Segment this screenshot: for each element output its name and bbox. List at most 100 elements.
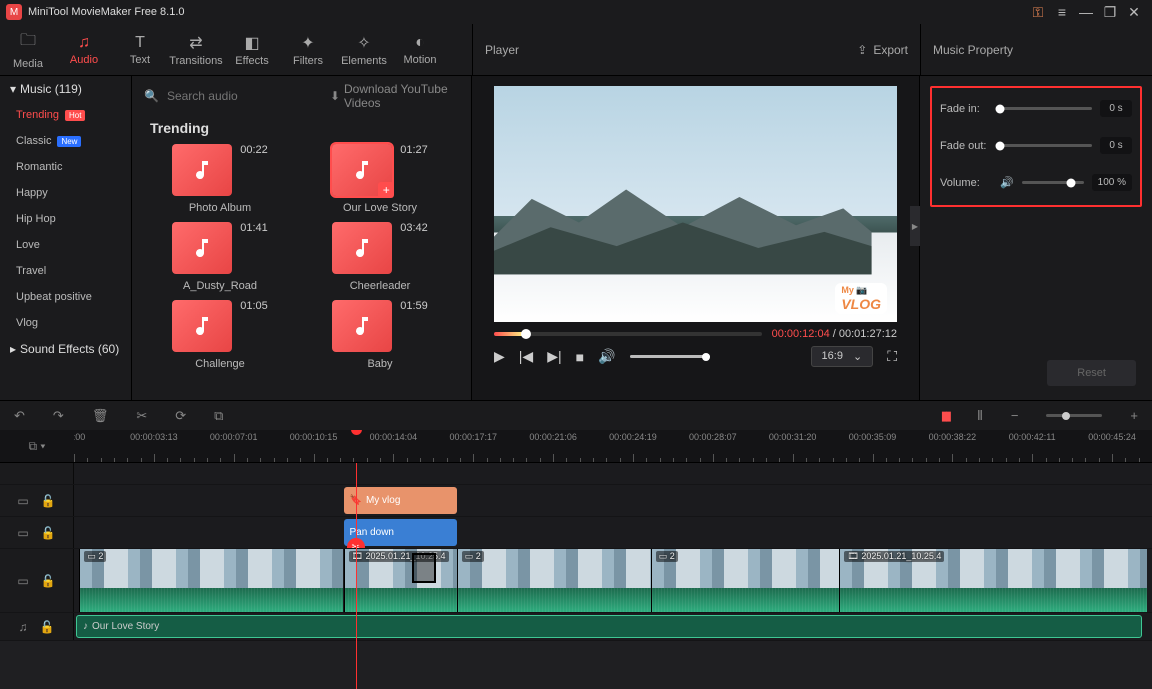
download-youtube-link[interactable]: ⬇Download YouTube Videos [330,82,459,110]
text-clip[interactable]: 🔖My vlog [344,487,457,514]
video-preview[interactable]: My 📷VLOG [494,86,897,322]
split-button[interactable]: ✂ [136,408,147,424]
delete-button[interactable]: 🗑 [92,408,109,424]
add-icon[interactable]: + [378,182,394,198]
lock-icon[interactable]: 🔓 [41,574,56,588]
tracks-area: ▭🔓 🔖My vlog ▭🔓 Pan down ✂ ▭🔓 ▭ 2 🎞 2025.… [0,463,1152,689]
video-clip-3[interactable]: ▭ 2 [457,549,651,612]
zoom-in-button[interactable]: + [1130,408,1138,423]
app-title: MiniTool MovieMaker Free 8.1.0 [28,6,1026,18]
filters-tab[interactable]: ✦Filters [280,24,336,75]
audio-meter-icon[interactable]: ⦀ [977,408,983,424]
zoom-slider[interactable] [1046,414,1102,417]
collapse-handle[interactable]: ▶ [910,206,920,246]
volume-slider[interactable] [1022,181,1084,184]
cat-classic[interactable]: ClassicNew [0,128,131,154]
prev-frame-button[interactable]: |◀ [519,348,533,365]
cat-trending[interactable]: TrendingHot [0,102,131,128]
video-clip-1[interactable]: ▭ 2 [79,549,343,612]
time-display: 00:00:12:04 / 00:01:27:12 [772,328,897,340]
cat-romantic[interactable]: Romantic [0,154,131,180]
selection-box[interactable] [412,553,436,583]
playhead-line[interactable] [356,463,357,689]
redo-button[interactable]: ↷ [53,408,64,424]
seek-bar[interactable] [494,332,762,336]
player-header: Player ⇪Export [472,24,920,75]
new-badge: New [57,136,81,147]
export-icon: ⇪ [857,43,867,57]
volume-value[interactable]: 100 % [1092,174,1132,191]
video-clip-5[interactable]: 🎞 2025.01.21_10.25.4 [839,549,1146,612]
key-icon[interactable]: ⚿ [1026,4,1050,21]
video-track-icon: ▭ [17,574,28,588]
folder-icon: 🗀 [20,29,36,56]
text-track-icon: ▭ [17,494,28,508]
stop-button[interactable]: ■ [576,349,584,365]
reset-button[interactable]: Reset [1047,360,1136,386]
aspect-select[interactable]: 16:9⌄ [811,346,874,367]
media-tab[interactable]: 🗀Media [0,24,56,75]
cat-upbeat[interactable]: Upbeat positive [0,284,131,310]
track-add-button[interactable]: ⧉ ▾ [0,430,74,462]
volume-thumb[interactable] [702,353,710,361]
tile-our-love-story[interactable]: +01:27 Our Love Story [300,140,460,218]
ruler-label: 00:00:14:04 [370,432,418,442]
tile-cheerleader[interactable]: 03:42 Cheerleader [300,218,460,296]
ruler-row: ⧉ ▾ 00:0000:00:03:1300:00:07:0100:00:10:… [0,430,1152,463]
minimize-button[interactable]: — [1074,4,1098,20]
ruler-label: 00:00:31:20 [769,432,817,442]
speaker-icon[interactable]: 🔊 [1000,176,1014,189]
fade-out-value[interactable]: 0 s [1100,137,1132,154]
cat-vlog[interactable]: Vlog [0,310,131,336]
undo-button[interactable]: ↶ [14,408,25,424]
zoom-out-button[interactable]: − [1011,408,1019,423]
highlighted-props: Fade in: 0 s Fade out: 0 s Volume: 🔊 100… [930,86,1142,207]
cat-happy[interactable]: Happy [0,180,131,206]
tile-photo-album[interactable]: 00:22 Photo Album [140,140,300,218]
menu-icon[interactable]: ≡ [1050,4,1074,20]
transitions-tab[interactable]: ⇄Transitions [168,24,224,75]
seek-thumb[interactable] [521,329,531,339]
fullscreen-button[interactable]: ⛶ [887,348,897,365]
player-panel: My 📷VLOG 00:00:12:04 / 00:01:27:12 ▶ |◀ … [472,76,920,400]
tile-dusty-road[interactable]: 01:41 A_Dusty_Road [140,218,300,296]
ruler-label: 00:00:24:19 [609,432,657,442]
play-button[interactable]: ▶ [494,348,505,365]
elements-tab[interactable]: ✧Elements [336,24,392,75]
music-category[interactable]: ▾ Music (119) [0,76,131,102]
close-button[interactable]: ✕ [1122,4,1146,21]
crop-button[interactable]: ⧉ [214,408,223,424]
cat-travel[interactable]: Travel [0,258,131,284]
fade-in-value[interactable]: 0 s [1100,100,1132,117]
export-button[interactable]: ⇪Export [857,43,908,57]
audio-tab[interactable]: ♫Audio [56,24,112,75]
cat-love[interactable]: Love [0,232,131,258]
time-ruler[interactable]: 00:0000:00:03:1300:00:07:0100:00:10:1500… [74,430,1152,462]
music-icon: ♫ [78,34,90,52]
speed-button[interactable]: ⟳ [175,408,186,424]
volume-icon[interactable]: 🔊 [598,348,615,365]
cat-hiphop[interactable]: Hip Hop [0,206,131,232]
lock-icon[interactable]: 🔓 [41,526,56,540]
lock-icon[interactable]: 🔓 [40,620,55,634]
tile-baby[interactable]: 01:59 Baby [300,296,460,374]
audio-clip[interactable]: ♪Our Love Story [76,615,1142,638]
download-icon: ⬇ [330,89,340,103]
video-clip-4[interactable]: ▭ 2 [651,549,840,612]
soundfx-category[interactable]: ▸ Sound Effects (60) [0,336,131,362]
maximize-button[interactable]: ❐ [1098,4,1122,21]
tool-tabs: 🗀Media ♫Audio TText ⇄Transitions ◧Effect… [0,24,1152,76]
fade-out-slider[interactable] [1000,144,1092,147]
next-frame-button[interactable]: ▶| [547,348,561,365]
search-input[interactable] [167,89,322,103]
effects-tab[interactable]: ◧Effects [224,24,280,75]
volume-bar[interactable] [630,355,710,358]
motion-tab[interactable]: ◐Motion [392,24,448,75]
fade-in-slider[interactable] [1000,107,1092,110]
text-tab[interactable]: TText [112,24,168,75]
lock-icon[interactable]: 🔓 [41,494,56,508]
marker-icon[interactable]: ▮▮ [941,408,949,424]
tile-challenge[interactable]: 01:05 Challenge [140,296,300,374]
video-clip-2[interactable]: 🎞 2025.01.21_10.25.4 [344,549,457,612]
timeline-toolbar: ↶ ↷ 🗑 ✂ ⟳ ⧉ ▮▮ ⦀ − + [0,400,1152,430]
